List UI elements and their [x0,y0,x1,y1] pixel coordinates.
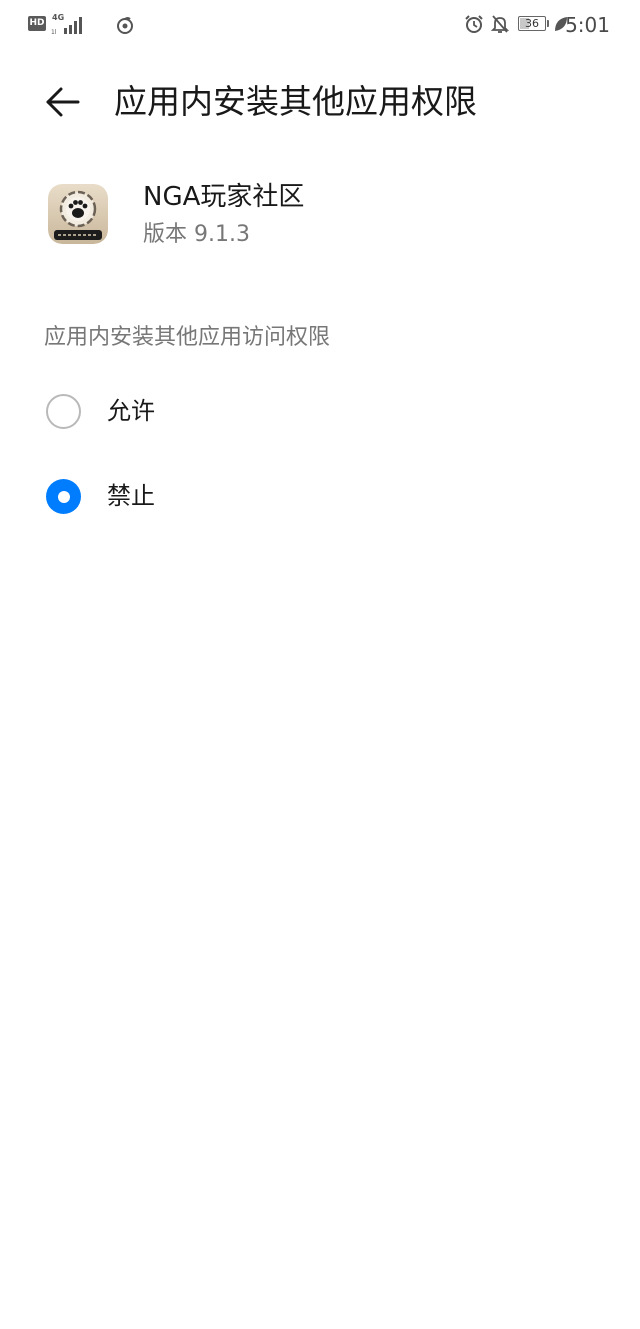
radio-allow[interactable] [46,394,81,429]
bell-off-icon [490,15,510,33]
page-title: 应用内安装其他应用权限 [114,82,477,121]
alarm-icon [465,15,483,33]
hd-badge: HD [28,16,46,31]
title-bar: 应用内安装其他应用权限 [0,62,640,142]
nga-logo-icon [48,184,108,244]
hotspot-icon [117,17,133,34]
battery-level: 36 [525,17,539,30]
app-icon [48,184,108,244]
app-name: NGA玩家社区 [143,182,305,212]
arrow-left-icon [46,87,80,117]
app-version: 版本 9.1.3 [143,222,250,247]
signal-icon: 1l [51,17,82,35]
option-deny[interactable]: 禁止 [0,456,640,536]
permission-section-title: 应用内安装其他应用访问权限 [44,325,331,350]
status-bar-right: 36 5:01 [440,12,640,38]
battery-tip [547,20,549,27]
status-clock: 5:01 [565,13,610,37]
back-button[interactable] [38,78,86,126]
option-allow-label: 允许 [107,397,155,425]
svg-text:1l: 1l [51,29,57,35]
option-allow[interactable]: 允许 [0,371,640,451]
radio-selected-dot [57,490,70,503]
radio-deny[interactable] [46,479,81,514]
app-info: NGA玩家社区 版本 9.1.3 [48,180,608,260]
battery-indicator: 36 [518,16,546,31]
option-deny-label: 禁止 [107,482,155,510]
status-bar: HD 4G 1l 36 5:01 [0,0,640,50]
